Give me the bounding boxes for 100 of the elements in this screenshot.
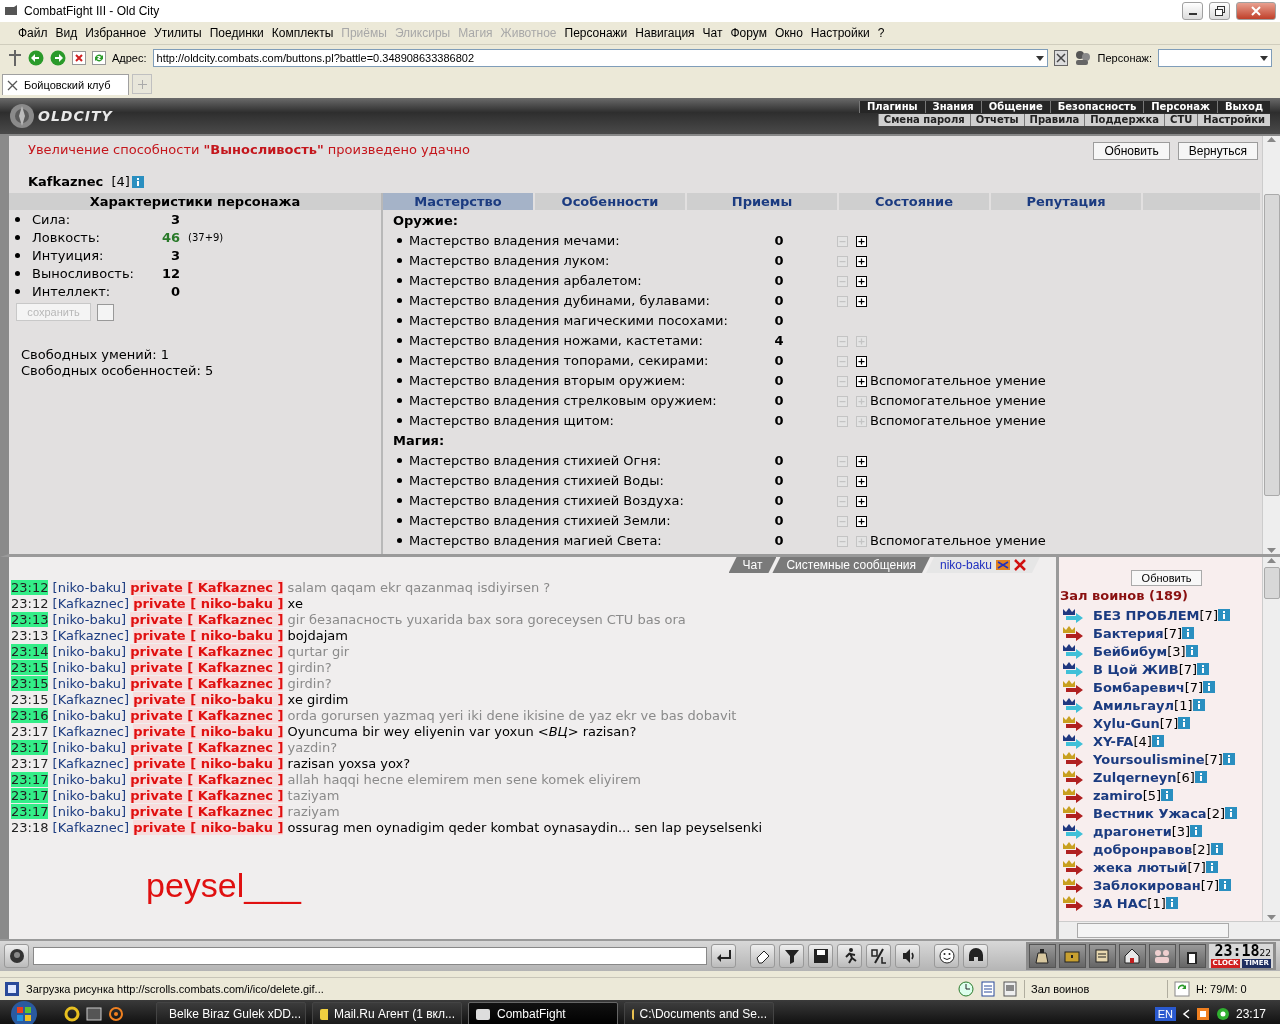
menu-item[interactable]: Форум xyxy=(726,24,771,42)
skill-tab[interactable]: Состояние xyxy=(839,193,989,210)
page-icon[interactable] xyxy=(1053,50,1068,66)
nav-link[interactable]: Плагины xyxy=(858,101,925,113)
restore-button[interactable] xyxy=(1209,2,1230,20)
info-icon[interactable] xyxy=(1225,807,1238,819)
user-name[interactable]: ЗА НАС xyxy=(1093,895,1148,911)
menu-item[interactable]: Поединки xyxy=(205,24,268,42)
back-icon[interactable] xyxy=(28,50,44,66)
browser-tab[interactable]: Бойцовский клуб xyxy=(2,74,130,95)
info-icon[interactable] xyxy=(1178,717,1191,729)
refresh-icon[interactable] xyxy=(1174,981,1190,997)
taskbar-button[interactable]: C:\Documents and Se... xyxy=(624,1002,774,1024)
info-icon[interactable] xyxy=(1185,645,1198,657)
skill-tab[interactable]: Приемы xyxy=(687,193,837,210)
notes-icon[interactable] xyxy=(1002,981,1018,997)
sound-icon[interactable] xyxy=(895,944,920,968)
info-icon[interactable] xyxy=(1190,825,1203,837)
helmet-icon[interactable] xyxy=(963,944,988,968)
nav-link[interactable]: Выход xyxy=(1216,101,1270,113)
menu-item[interactable]: Персонажи xyxy=(560,24,632,42)
plus-button[interactable] xyxy=(856,454,867,466)
action-button[interactable]: Обновить xyxy=(1093,142,1170,160)
chat-input-field[interactable] xyxy=(33,947,707,965)
exit-door-icon[interactable] xyxy=(1178,944,1206,968)
menu-item[interactable]: Файл xyxy=(14,24,52,42)
plus-button[interactable] xyxy=(856,494,867,506)
user-name[interactable]: Вестник Ужаса xyxy=(1093,805,1207,821)
arrow-up-icon[interactable] xyxy=(1267,136,1276,142)
user-name[interactable]: жека лютый xyxy=(1093,859,1188,875)
scrollbar[interactable] xyxy=(1262,557,1280,921)
nav-link[interactable]: Настройки xyxy=(1197,114,1270,126)
menu-item[interactable]: Вид xyxy=(51,24,82,42)
floppy-icon[interactable] xyxy=(808,944,833,968)
info-icon[interactable] xyxy=(1203,681,1216,693)
menu-item[interactable]: Комплекты xyxy=(267,24,338,42)
refresh-button[interactable]: Обновить xyxy=(1130,570,1203,586)
close-icon[interactable] xyxy=(7,79,18,91)
chevron-icon[interactable] xyxy=(1181,1009,1190,1019)
menu-item[interactable]: Настройки xyxy=(806,24,874,42)
house-icon[interactable] xyxy=(1118,944,1146,968)
caret-icon[interactable] xyxy=(1035,55,1044,61)
filter-icon[interactable] xyxy=(779,944,804,968)
plus-button[interactable] xyxy=(856,514,867,526)
menu-item[interactable]: Утилиты xyxy=(150,24,206,42)
user-name[interactable]: Заблокирован xyxy=(1093,877,1201,893)
plus-button[interactable] xyxy=(856,354,867,366)
plus-button[interactable] xyxy=(856,274,867,286)
user-name[interactable]: Бактерия xyxy=(1093,625,1164,641)
nav-link[interactable]: Безопасность xyxy=(1049,101,1144,113)
info-icon[interactable] xyxy=(1222,753,1235,765)
skill-tab[interactable]: Особенности xyxy=(535,193,685,210)
info-icon[interactable] xyxy=(1182,627,1195,639)
running-figure-icon[interactable] xyxy=(837,944,862,968)
info-icon[interactable] xyxy=(1210,843,1223,855)
plus-button[interactable] xyxy=(856,474,867,486)
arrow-down-icon[interactable] xyxy=(1267,915,1276,921)
eraser-icon[interactable] xyxy=(750,944,775,968)
skill-tab[interactable]: Репутация xyxy=(991,193,1141,210)
info-icon[interactable] xyxy=(1217,609,1230,621)
menu-item[interactable]: Навигация xyxy=(631,24,699,42)
square-icon[interactable] xyxy=(1195,1007,1210,1021)
nav-link[interactable]: Отчеты xyxy=(969,114,1024,126)
at-sign-icon[interactable] xyxy=(1215,1007,1230,1021)
close-button[interactable] xyxy=(1236,2,1276,20)
forward-icon[interactable] xyxy=(50,50,66,66)
user-name[interactable]: Бомбаревич xyxy=(1093,679,1185,695)
info-icon[interactable] xyxy=(1161,789,1174,801)
enter-icon[interactable] xyxy=(711,944,736,968)
user-name[interactable]: Xylu-Gun xyxy=(1093,715,1160,731)
info-icon[interactable] xyxy=(1151,735,1164,747)
action-button[interactable]: Вернуться xyxy=(1177,142,1258,160)
skill-tab[interactable]: Мастерство xyxy=(383,193,533,210)
user-name[interactable]: Бейбибум xyxy=(1093,643,1168,659)
scroll-icon[interactable] xyxy=(1088,944,1116,968)
arrow-up-icon[interactable] xyxy=(1267,557,1276,563)
plus-button[interactable] xyxy=(856,254,867,266)
plus-button[interactable] xyxy=(856,374,867,386)
info-icon[interactable] xyxy=(1192,699,1205,711)
users-icon[interactable] xyxy=(1073,50,1092,66)
group-icon[interactable] xyxy=(1148,944,1176,968)
scroll-thumb[interactable] xyxy=(1263,567,1280,599)
clock-icon[interactable] xyxy=(958,981,974,997)
nav-link[interactable]: Смена пароля xyxy=(877,114,970,126)
refresh-icon[interactable] xyxy=(92,51,106,65)
nav-link[interactable]: Персонаж xyxy=(1143,101,1217,113)
user-name[interactable]: добронравов xyxy=(1093,841,1193,857)
address-field[interactable]: http://oldcity.combats.com/buttons.pl?battle=0.348908633386802 xyxy=(152,49,1048,67)
close-icon[interactable] xyxy=(1014,559,1026,571)
nav-link[interactable]: CTU xyxy=(1164,114,1198,126)
menu-item[interactable]: ? xyxy=(873,24,889,42)
menu-item[interactable]: Избранное xyxy=(81,24,151,42)
nav-link[interactable]: Общение xyxy=(980,101,1050,113)
plus-button[interactable] xyxy=(856,234,867,246)
nav-link[interactable]: Правила xyxy=(1023,114,1085,126)
user-name[interactable]: Амильгаул xyxy=(1093,697,1175,713)
user-name[interactable]: драгонети xyxy=(1093,823,1172,839)
user-name[interactable]: В Цой ЖИВ xyxy=(1093,661,1179,677)
stop-icon[interactable] xyxy=(72,51,86,65)
info-icon[interactable] xyxy=(1197,663,1210,675)
